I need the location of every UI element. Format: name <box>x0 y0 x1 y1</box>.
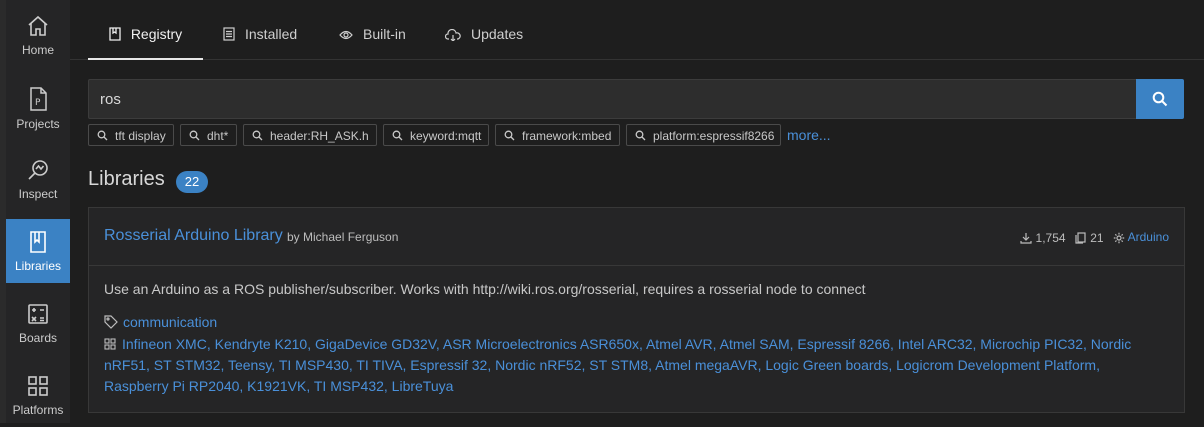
sidebar-item-platforms[interactable]: Platforms <box>6 363 70 427</box>
library-stats: 1,754 21 Arduino <box>1020 230 1169 245</box>
library-card: Rosserial Arduino Library by Michael Fer… <box>88 207 1185 413</box>
search-icon <box>189 130 200 141</box>
project-file-icon: P <box>6 75 70 112</box>
tab-label: Updates <box>471 26 524 42</box>
sidebar-item-label: Boards <box>18 331 58 345</box>
tab-installed[interactable]: Installed <box>223 0 297 58</box>
search-icon <box>97 130 108 141</box>
suggestion-chip[interactable]: framework:mbed <box>495 124 620 146</box>
library-card-header: Rosserial Arduino Library by Michael Fer… <box>89 208 1184 266</box>
library-platforms: Infineon XMC, Kendryte K210, GigaDevice … <box>104 334 1164 397</box>
tab-label: Registry <box>130 26 183 42</box>
list-icon <box>223 27 235 41</box>
sidebar-item-inspect[interactable]: Inspect <box>6 147 70 211</box>
inspect-icon <box>6 147 70 182</box>
sidebar-item-projects[interactable]: P Projects <box>6 75 70 139</box>
framework-link[interactable]: Arduino <box>1128 230 1169 244</box>
search-icon <box>504 130 515 141</box>
grid-icon <box>6 363 70 398</box>
book-icon <box>109 27 121 41</box>
library-description: Use an Arduino as a ROS publisher/subscr… <box>104 281 866 297</box>
calculator-icon <box>6 291 70 326</box>
examples-icon <box>1075 232 1086 244</box>
download-icon <box>1020 232 1032 244</box>
chip-label: framework:mbed <box>522 129 612 143</box>
library-name-link[interactable]: Rosserial Arduino Library <box>104 227 283 245</box>
tab-label: Built-in <box>363 26 406 42</box>
suggestion-chip[interactable]: dht* <box>180 124 237 146</box>
sidebar-item-label: Platforms <box>12 403 64 417</box>
chip-label: tft display <box>115 129 166 143</box>
search-icon <box>1152 91 1168 107</box>
libraries-heading: Libraries <box>88 168 165 190</box>
cloud-download-icon <box>444 28 461 42</box>
tag-icon <box>104 315 118 329</box>
sidebar-item-label: Inspect <box>18 187 58 201</box>
search-bar <box>88 79 1184 119</box>
sidebar: Home P Projects Inspect Libraries Boards… <box>6 0 70 423</box>
keyword-link[interactable]: communication <box>123 314 217 330</box>
gear-icon <box>1113 232 1125 244</box>
search-icon <box>252 130 263 141</box>
tab-built-in[interactable]: Built-in <box>339 0 406 58</box>
downloads-count: 1,754 <box>1035 230 1066 245</box>
chip-label: platform:espressif8266 <box>653 129 775 143</box>
svg-text:P: P <box>35 98 41 108</box>
platforms-grid-icon <box>104 338 116 350</box>
sidebar-item-home[interactable]: Home <box>6 2 70 66</box>
book-icon <box>6 219 70 254</box>
search-icon <box>392 130 403 141</box>
home-icon <box>6 2 70 38</box>
suggestion-chip[interactable]: platform:espressif8266 <box>626 124 781 146</box>
tab-bar: Registry Installed Built-in Updates <box>70 0 1204 60</box>
search-input[interactable] <box>88 79 1136 119</box>
examples-count: 21 <box>1090 230 1104 245</box>
search-icon <box>635 130 646 141</box>
suggestion-chip[interactable]: header:RH_ASK.h <box>243 124 377 146</box>
libraries-page: Registry Installed Built-in Updates tft … <box>70 0 1204 423</box>
tab-label: Installed <box>245 26 298 42</box>
results-count-badge: 22 <box>176 171 208 193</box>
sidebar-item-boards[interactable]: Boards <box>6 291 70 355</box>
sidebar-item-label: Libraries <box>14 259 62 273</box>
tab-registry[interactable]: Registry <box>88 0 203 60</box>
sidebar-item-libraries[interactable]: Libraries <box>6 219 70 283</box>
platforms-list[interactable]: Infineon XMC, Kendryte K210, GigaDevice … <box>104 336 1131 394</box>
chip-label: dht* <box>207 129 229 143</box>
search-button[interactable] <box>1136 79 1184 119</box>
chip-label: keyword:mqtt <box>410 129 482 143</box>
suggestion-chip[interactable]: keyword:mqtt <box>383 124 489 146</box>
tab-updates[interactable]: Updates <box>444 0 524 58</box>
sidebar-item-label: Projects <box>16 117 60 131</box>
chip-label: header:RH_ASK.h <box>270 129 369 143</box>
sidebar-item-label: Home <box>21 43 54 57</box>
suggestion-chip[interactable]: tft display <box>88 124 174 146</box>
library-keywords: communication <box>104 314 217 330</box>
library-author: by Michael Ferguson <box>287 230 399 244</box>
eye-icon <box>339 30 353 40</box>
more-suggestions-link[interactable]: more... <box>787 124 831 146</box>
